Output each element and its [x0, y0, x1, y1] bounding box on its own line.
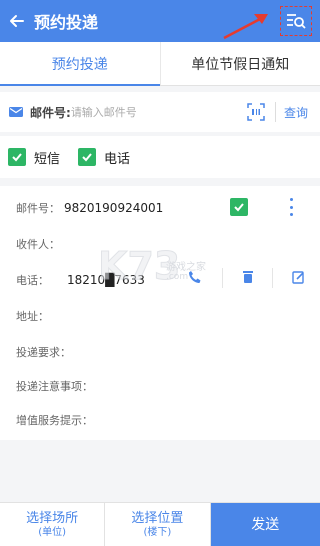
divider	[222, 268, 223, 288]
annotation-arrow-icon	[223, 14, 268, 40]
select-position-label: 选择位置	[131, 510, 184, 526]
scan-button[interactable]	[244, 100, 268, 124]
sms-checkbox[interactable]: 短信	[8, 148, 60, 167]
mail-no-value: 9820190924001	[64, 201, 164, 215]
address-label: 地址：	[16, 310, 49, 323]
service-label: 增值服务提示：	[16, 414, 93, 427]
checkmark-icon	[234, 203, 244, 212]
page-title: 预约投递	[34, 13, 99, 32]
app-bar: 预约投递	[0, 0, 320, 42]
select-place-button[interactable]: 选择场所 (单位)	[0, 503, 104, 546]
tab-bar: 预约投递 单位节假日通知	[0, 42, 320, 86]
recipient-line: 收件人：	[16, 236, 64, 252]
query-button[interactable]: 查询	[284, 92, 308, 132]
service-line: 增值服务提示：	[16, 412, 93, 428]
phone-value: 18210█7633	[67, 273, 145, 287]
phone-line: 电话： 18210█7633	[16, 272, 145, 288]
list-search-button[interactable]	[280, 6, 312, 36]
sms-label: 短信	[34, 151, 61, 167]
divider	[275, 102, 276, 122]
edit-icon[interactable]	[292, 270, 305, 284]
mail-no-label: 邮件号:	[30, 105, 71, 120]
notes-line: 投递注意事项：	[16, 378, 93, 394]
mail-search-row: 邮件号: 查询	[0, 92, 320, 132]
delivery-record-card: 邮件号： 9820190924001 收件人： 电话： 18210█7633 地址：…	[0, 186, 320, 440]
mail-icon	[9, 107, 23, 117]
delete-icon[interactable]	[242, 270, 254, 284]
address-line: 地址：	[16, 308, 49, 324]
select-place-label: 选择场所	[26, 510, 79, 526]
select-position-sub: (楼下)	[143, 526, 172, 538]
phone-checkbox[interactable]: 电话	[78, 148, 130, 167]
select-position-button[interactable]: 选择位置 (楼下)	[104, 503, 209, 546]
mail-no-line: 邮件号： 9820190924001	[16, 200, 163, 216]
select-place-sub: (单位)	[38, 526, 67, 538]
notes-label: 投递注意事项：	[16, 380, 93, 393]
bottom-action-bar: 选择场所 (单位) 选择位置 (楼下) 发送	[0, 502, 320, 546]
tab-holiday-notice[interactable]: 单位节假日通知	[159, 42, 320, 85]
send-button[interactable]: 发送	[209, 503, 320, 546]
mail-no-input[interactable]	[70, 105, 221, 119]
phone-label: 电话	[104, 151, 131, 167]
requirement-line: 投递要求：	[16, 344, 71, 360]
more-vertical-icon[interactable]	[284, 196, 298, 218]
recipient-label: 收件人：	[16, 238, 60, 251]
checkmark-icon	[8, 148, 26, 166]
scan-icon	[247, 103, 265, 121]
phone-field-label: 电话：	[16, 274, 49, 287]
mail-no-field-label: 邮件号：	[16, 202, 60, 215]
call-icon[interactable]	[188, 270, 202, 284]
channel-options: 短信 电话	[0, 136, 320, 178]
record-select-checkbox[interactable]	[230, 198, 248, 216]
requirement-label: 投递要求：	[16, 346, 71, 359]
checkmark-icon	[78, 148, 97, 166]
back-arrow-icon	[10, 15, 24, 27]
annotation-highlight	[280, 6, 312, 36]
divider	[272, 268, 273, 288]
tab-appointment-delivery[interactable]: 预约投递	[0, 42, 160, 86]
back-button[interactable]	[0, 0, 34, 42]
